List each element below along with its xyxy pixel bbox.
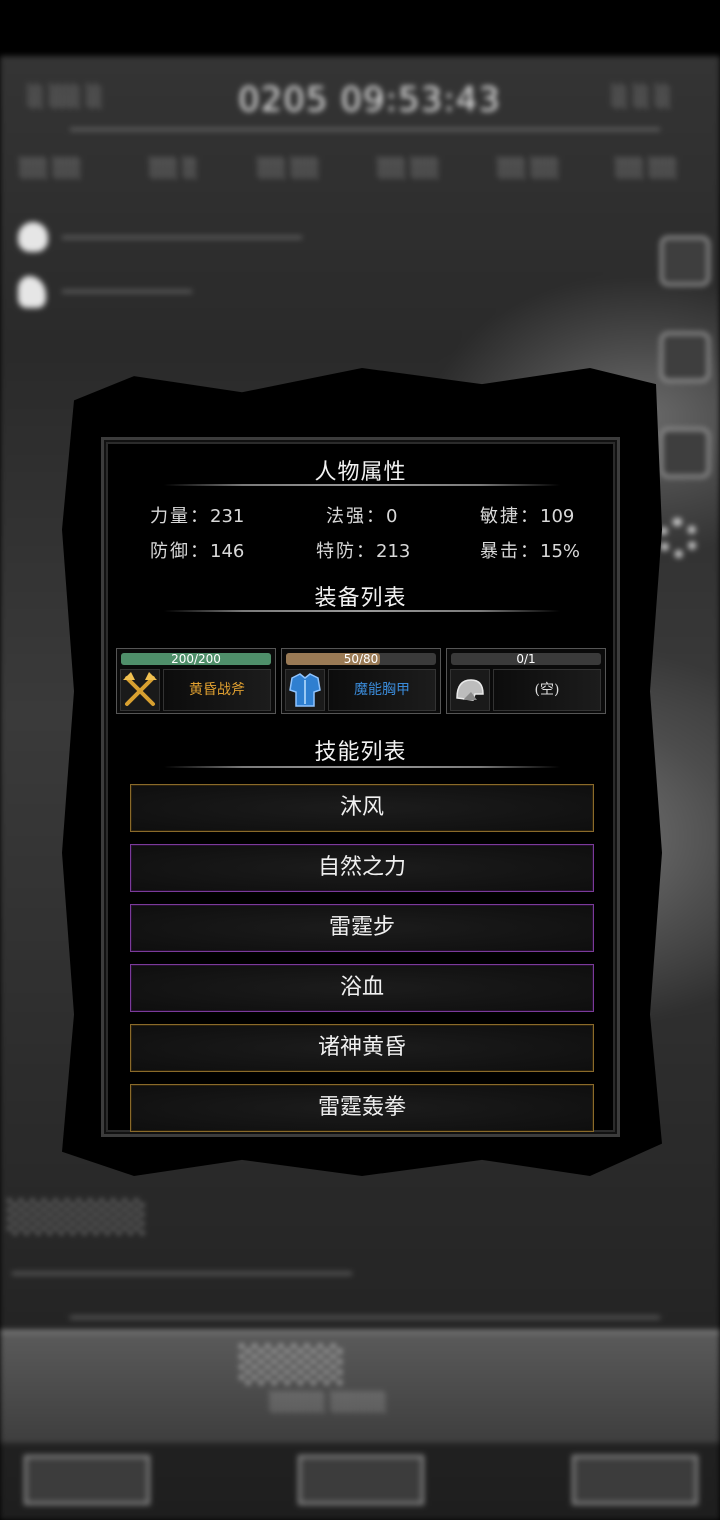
durability-text: 50/80 xyxy=(343,652,379,666)
map-node xyxy=(660,236,710,286)
attributes-title: 人物属性 xyxy=(314,460,407,485)
attr-magic-power: 法强：0 xyxy=(326,502,397,528)
equipment-name: 黄昏战斧 xyxy=(163,669,271,711)
attr-value: 231 xyxy=(210,506,245,527)
blurred-challenge-sub: ░░░░ ░░░░ xyxy=(270,1392,387,1413)
equipment-slot-armor[interactable]: 50/80 魔能胸甲 xyxy=(281,648,441,714)
equipment-name: (空) xyxy=(493,669,601,711)
attr-special-defense: 特防：213 xyxy=(316,537,410,563)
title-divider xyxy=(164,484,560,486)
blurred-log-line xyxy=(62,236,302,239)
blurred-weather-label: ░ ░ ░ xyxy=(612,84,671,108)
title-divider xyxy=(164,610,560,612)
status-bar xyxy=(0,0,720,56)
skill-button[interactable]: 雷霆步 xyxy=(130,904,594,952)
gear-icon xyxy=(658,518,698,558)
blurred-challenge-panel xyxy=(0,1330,720,1443)
attr-value: 0 xyxy=(386,506,398,527)
durability-text: 200/200 xyxy=(171,652,221,666)
blurred-log-line xyxy=(62,290,192,293)
blurred-bottom-button xyxy=(572,1455,698,1505)
attr-label: 特防： xyxy=(316,541,376,562)
blurred-description xyxy=(12,1272,352,1275)
attr-value: 213 xyxy=(376,541,411,562)
equipment-slot-weapon[interactable]: 200/200 黄昏战斧 xyxy=(116,648,276,714)
attr-value: 109 xyxy=(540,506,575,527)
skill-button[interactable]: 自然之力 xyxy=(130,844,594,892)
golden-axes-icon xyxy=(120,669,160,711)
attr-label: 防御： xyxy=(150,541,210,562)
blurred-bottom-button xyxy=(298,1455,424,1505)
blurred-stat: ░░ ░░ xyxy=(20,158,82,179)
heart-icon xyxy=(18,222,48,252)
attr-value: 15% xyxy=(540,541,581,562)
attr-label: 敏捷： xyxy=(480,506,540,527)
skill-button[interactable]: 浴血 xyxy=(130,964,594,1012)
attr-agility: 敏捷：109 xyxy=(480,502,574,528)
skill-button[interactable]: 雷霆轰拳 xyxy=(130,1084,594,1132)
blurred-stat: ░░ ░░ xyxy=(616,158,678,179)
map-node xyxy=(660,332,710,382)
character-info-panel: 人物属性 力量：231 法强：0 敏捷：109 防御：146 特防：213 暴击… xyxy=(101,437,620,1137)
attr-label: 法强： xyxy=(326,506,386,527)
blurred-bottom-button xyxy=(24,1455,150,1505)
equipment-name: 魔能胸甲 xyxy=(328,669,436,711)
attr-defense: 防御：146 xyxy=(150,537,244,563)
title-divider xyxy=(164,766,560,768)
blurred-stat: ░░ ░░ xyxy=(498,158,560,179)
attr-value: 146 xyxy=(210,541,245,562)
skill-button[interactable]: 诸神黄昏 xyxy=(130,1024,594,1072)
blurred-clock: 0205 09:53:43 xyxy=(238,80,502,120)
blurred-stat: ░░ ░░ xyxy=(378,158,440,179)
attr-label: 力量： xyxy=(150,506,210,527)
equipment-slot-helmet[interactable]: 0/1 (空) xyxy=(446,648,606,714)
blurred-challenge-title: ░░░░ xyxy=(240,1345,345,1385)
skill-button[interactable]: 沐风 xyxy=(130,784,594,832)
attr-strength: 力量：231 xyxy=(150,502,244,528)
hud-divider xyxy=(70,128,660,131)
hud-divider xyxy=(70,1316,660,1319)
attr-critical: 暴击：15% xyxy=(480,537,580,563)
durability-text: 0/1 xyxy=(516,652,536,666)
blurred-stat: ░░ ░ xyxy=(150,158,198,179)
blue-chestplate-icon xyxy=(285,669,325,711)
blurred-location-title: ░░░░░░ xyxy=(8,1200,147,1235)
equipment-title: 装备列表 xyxy=(314,586,407,611)
attr-label: 暴击： xyxy=(480,541,540,562)
blurred-day-label: ░ ░░ ░ xyxy=(28,84,103,108)
skills-title: 技能列表 xyxy=(314,740,407,765)
map-node xyxy=(660,428,710,478)
empty-helmet-icon xyxy=(450,669,490,711)
blurred-stat: ░░ ░░ xyxy=(258,158,320,179)
